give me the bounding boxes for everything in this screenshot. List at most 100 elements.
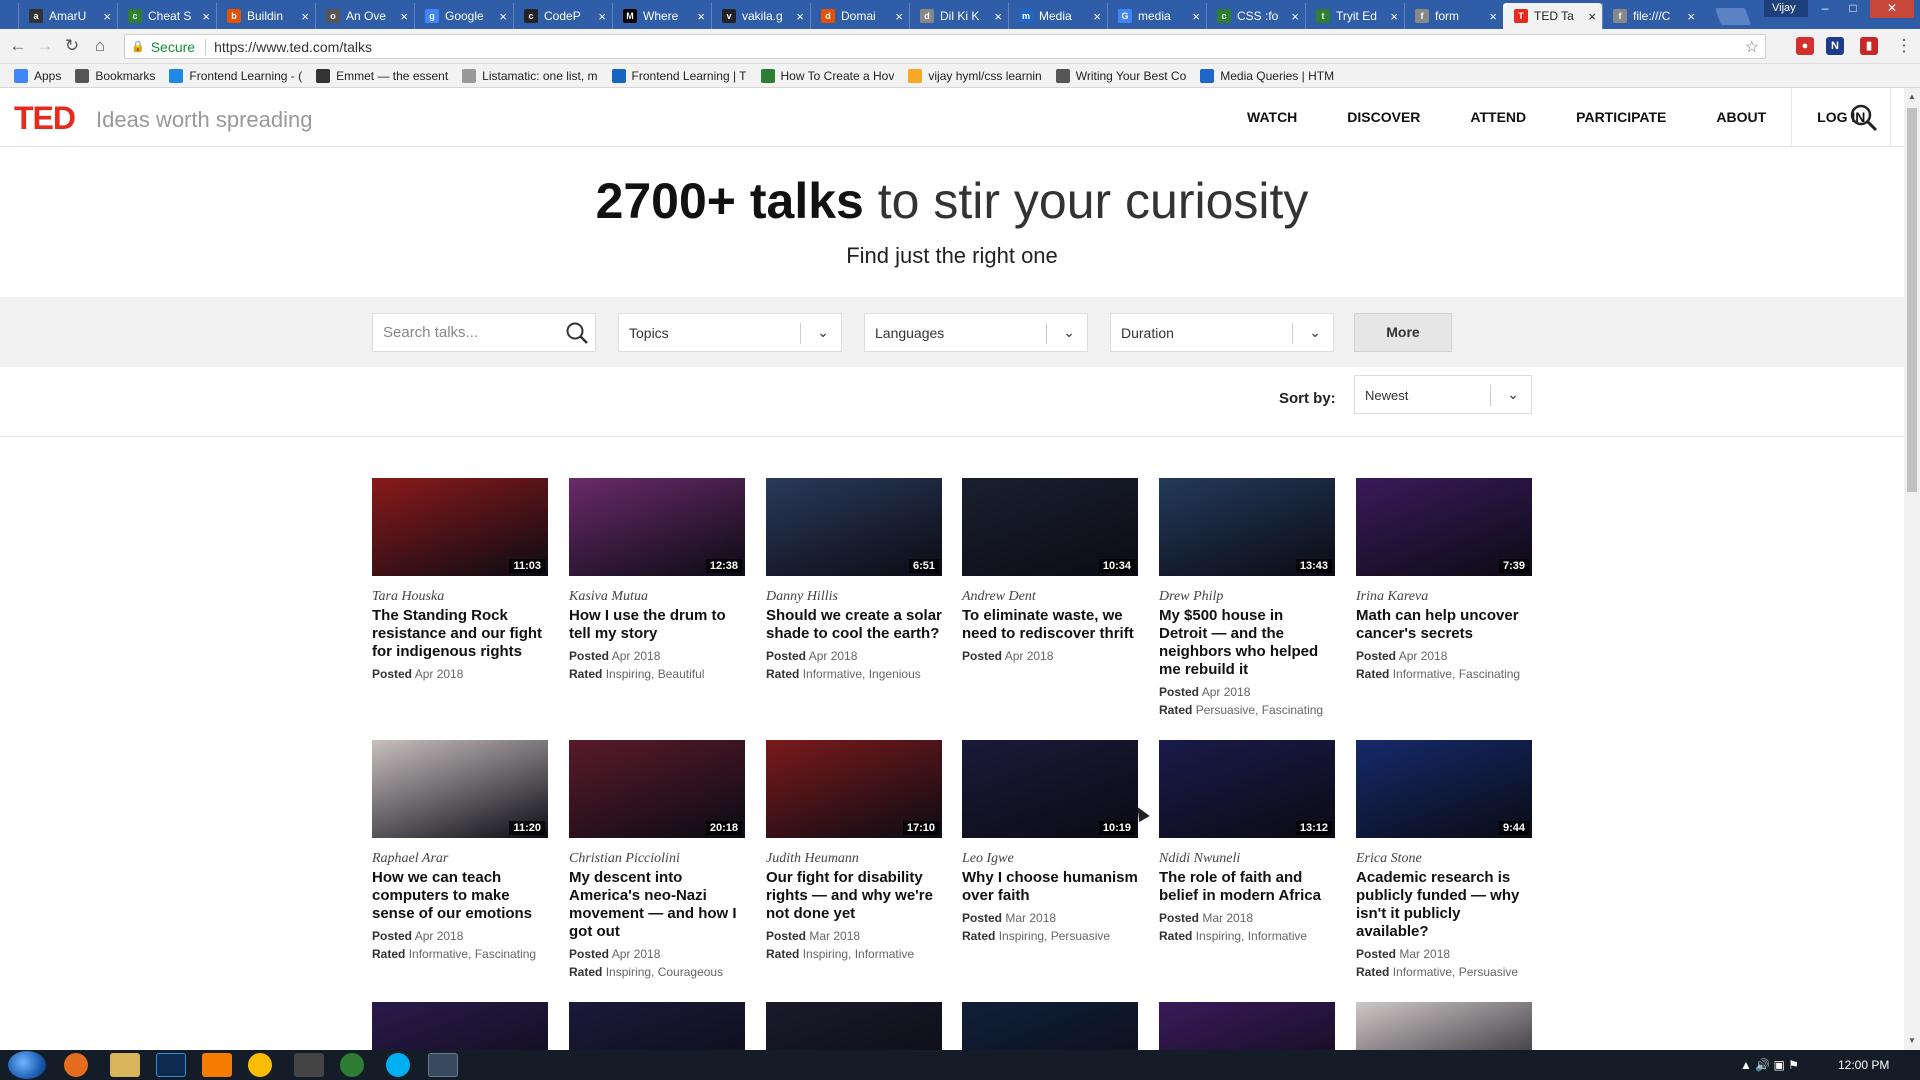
talk-card[interactable]: 11:20 Raphael Arar How we can teach comput… bbox=[372, 740, 548, 963]
browser-tab[interactable]: d Dil Ki K × bbox=[909, 3, 1008, 29]
tab-close-icon[interactable]: × bbox=[796, 9, 804, 24]
forward-icon[interactable]: → bbox=[35, 36, 55, 56]
sublime-text-icon[interactable] bbox=[202, 1053, 232, 1077]
browser-tab[interactable]: t Tryit Ed × bbox=[1305, 3, 1404, 29]
bookmark-item[interactable]: Frontend Learning - ( bbox=[169, 68, 302, 83]
tab-close-icon[interactable]: × bbox=[1390, 9, 1398, 24]
system-tray[interactable]: ▲ 🔊 ▣ ⚑ bbox=[1740, 1058, 1799, 1072]
tab-close-icon[interactable]: × bbox=[895, 9, 903, 24]
talk-search-box[interactable] bbox=[372, 313, 596, 352]
talk-title-link[interactable]: To eliminate waste, we need to rediscove… bbox=[962, 607, 1138, 643]
talk-thumbnail[interactable]: 6:51 bbox=[766, 478, 942, 576]
talk-card[interactable]: 13:12 Ndidi Nwuneli The role of faith and … bbox=[1159, 740, 1335, 945]
talk-thumbnail[interactable]: 17:10 bbox=[766, 740, 942, 838]
talk-card[interactable] bbox=[766, 1002, 942, 1050]
search-icon[interactable] bbox=[1850, 104, 1878, 132]
scroll-up-icon[interactable]: ▲ bbox=[1908, 92, 1916, 101]
tab-close-icon[interactable]: × bbox=[1588, 9, 1596, 24]
talk-thumbnail[interactable]: 11:20 bbox=[372, 740, 548, 838]
bookmark-item[interactable]: Writing Your Best Co bbox=[1055, 68, 1186, 83]
browser-tab[interactable]: d Domai × bbox=[810, 3, 909, 29]
bookmark-item[interactable]: Frontend Learning | T bbox=[611, 68, 747, 83]
nav-attend[interactable]: ATTEND bbox=[1445, 88, 1551, 147]
tab-close-icon[interactable]: × bbox=[1093, 9, 1101, 24]
talk-card[interactable] bbox=[1159, 1002, 1335, 1050]
page-scrollbar[interactable]: ▲ ▼ bbox=[1904, 88, 1920, 1050]
talk-card[interactable]: 13:43 Drew Philp My $500 house in Detroit … bbox=[1159, 478, 1335, 719]
talk-thumbnail[interactable]: 13:43 bbox=[1159, 478, 1335, 576]
talk-thumbnail[interactable]: 13:12 bbox=[1159, 740, 1335, 838]
talk-card[interactable]: 7:39 Irina Kareva Math can help uncover ca… bbox=[1356, 478, 1532, 683]
browser-tab[interactable]: v vakila.g × bbox=[711, 3, 810, 29]
talk-title-link[interactable]: Academic research is publicly funded — w… bbox=[1356, 869, 1532, 941]
talk-card[interactable]: 17:10 Judith Heumann Our fight for disabil… bbox=[766, 740, 942, 963]
more-filters-button[interactable]: More bbox=[1354, 313, 1452, 352]
skype-icon[interactable] bbox=[386, 1053, 410, 1077]
scroll-thumb[interactable] bbox=[1907, 108, 1917, 492]
firefox-icon[interactable] bbox=[64, 1053, 88, 1077]
tab-close-icon[interactable]: × bbox=[400, 9, 408, 24]
sort-select[interactable]: Newest ⌄ bbox=[1354, 375, 1532, 414]
talk-thumbnail[interactable] bbox=[569, 1002, 745, 1050]
talk-card[interactable] bbox=[569, 1002, 745, 1050]
extension-adblock-icon[interactable]: ● bbox=[1796, 37, 1814, 55]
talk-thumbnail[interactable]: 20:18 bbox=[569, 740, 745, 838]
talk-card[interactable]: 9:44 Erica Stone Academic research is publ… bbox=[1356, 740, 1532, 981]
talk-thumbnail[interactable]: 9:44 bbox=[1356, 740, 1532, 838]
talk-thumbnail[interactable]: 11:03 bbox=[372, 478, 548, 576]
talk-title-link[interactable]: Should we create a solar shade to cool t… bbox=[766, 607, 942, 643]
bookmark-star-icon[interactable]: ☆ bbox=[1745, 37, 1759, 57]
browser-tab[interactable]: a AmarU × bbox=[18, 3, 117, 29]
nav-about[interactable]: ABOUT bbox=[1691, 88, 1791, 147]
tab-close-icon[interactable]: × bbox=[697, 9, 705, 24]
back-icon[interactable]: ← bbox=[8, 36, 28, 56]
talk-thumbnail[interactable] bbox=[372, 1002, 548, 1050]
bookmark-item[interactable]: Emmet — the essent bbox=[316, 68, 448, 83]
start-button[interactable] bbox=[8, 1051, 46, 1079]
browser-tab[interactable]: c Cheat S × bbox=[117, 3, 216, 29]
talk-title-link[interactable]: My $500 house in Detroit — and the neigh… bbox=[1159, 607, 1335, 679]
talk-title-link[interactable]: Why I choose humanism over faith bbox=[962, 869, 1138, 905]
app-green-icon[interactable] bbox=[340, 1053, 364, 1077]
browser-tab[interactable]: T TED Ta × bbox=[1503, 3, 1602, 29]
window-close-button[interactable]: ✕ bbox=[1870, 0, 1914, 18]
talk-thumbnail[interactable] bbox=[766, 1002, 942, 1050]
talk-card[interactable]: 10:34 Andrew Dent To eliminate waste, we n… bbox=[962, 478, 1138, 665]
new-tab-button[interactable] bbox=[1714, 8, 1752, 25]
talk-card[interactable] bbox=[372, 1002, 548, 1050]
tab-close-icon[interactable]: × bbox=[598, 9, 606, 24]
talk-thumbnail[interactable]: 7:39 bbox=[1356, 478, 1532, 576]
bookmark-item[interactable]: Listamatic: one list, m bbox=[462, 68, 598, 83]
talk-title-link[interactable]: How I use the drum to tell my story bbox=[569, 607, 745, 643]
maximize-button[interactable]: □ bbox=[1840, 0, 1866, 18]
browser-tab[interactable]: M Where × bbox=[612, 3, 711, 29]
url-text[interactable]: https://www.ted.com/talks bbox=[214, 39, 372, 55]
ted-logo[interactable]: TED bbox=[14, 100, 76, 137]
bookmark-item[interactable]: vijay hyml/css learnin bbox=[908, 68, 1042, 83]
taskbar-clock[interactable]: 12:00 PM bbox=[1838, 1058, 1889, 1072]
topics-select[interactable]: Topics ⌄ bbox=[618, 313, 842, 352]
talk-title-link[interactable]: Our fight for disability rights — and wh… bbox=[766, 869, 942, 923]
browser-tab[interactable]: f form × bbox=[1404, 3, 1503, 29]
browser-tab[interactable]: Gmedia × bbox=[1107, 3, 1206, 29]
profile-badge[interactable]: Vijay bbox=[1764, 0, 1808, 17]
photoshop-icon[interactable] bbox=[156, 1053, 186, 1077]
extension-n-icon[interactable]: N bbox=[1826, 37, 1844, 55]
talk-title-link[interactable]: The Standing Rock resistance and our fig… bbox=[372, 607, 548, 661]
git-icon[interactable] bbox=[294, 1053, 324, 1077]
scroll-down-icon[interactable]: ▼ bbox=[1908, 1036, 1916, 1045]
bookmark-item[interactable]: Media Queries | HTM bbox=[1200, 68, 1334, 83]
duration-select[interactable]: Duration ⌄ bbox=[1110, 313, 1334, 352]
talk-card[interactable]: 12:38 Kasiva Mutua How I use the drum to t… bbox=[569, 478, 745, 683]
search-icon[interactable] bbox=[565, 321, 589, 345]
talk-title-link[interactable]: How we can teach computers to make sense… bbox=[372, 869, 548, 923]
talk-thumbnail[interactable] bbox=[962, 1002, 1138, 1050]
tab-close-icon[interactable]: × bbox=[1192, 9, 1200, 24]
tab-close-icon[interactable]: × bbox=[202, 9, 210, 24]
chrome-active-icon[interactable] bbox=[428, 1053, 458, 1077]
browser-tab[interactable]: c CSS :fo × bbox=[1206, 3, 1305, 29]
home-icon[interactable]: ⌂ bbox=[90, 36, 110, 56]
browser-tab[interactable]: o An Ove × bbox=[315, 3, 414, 29]
talk-card[interactable]: 10:19 Leo Igwe Why I choose humanism over … bbox=[962, 740, 1138, 945]
languages-select[interactable]: Languages ⌄ bbox=[864, 313, 1088, 352]
